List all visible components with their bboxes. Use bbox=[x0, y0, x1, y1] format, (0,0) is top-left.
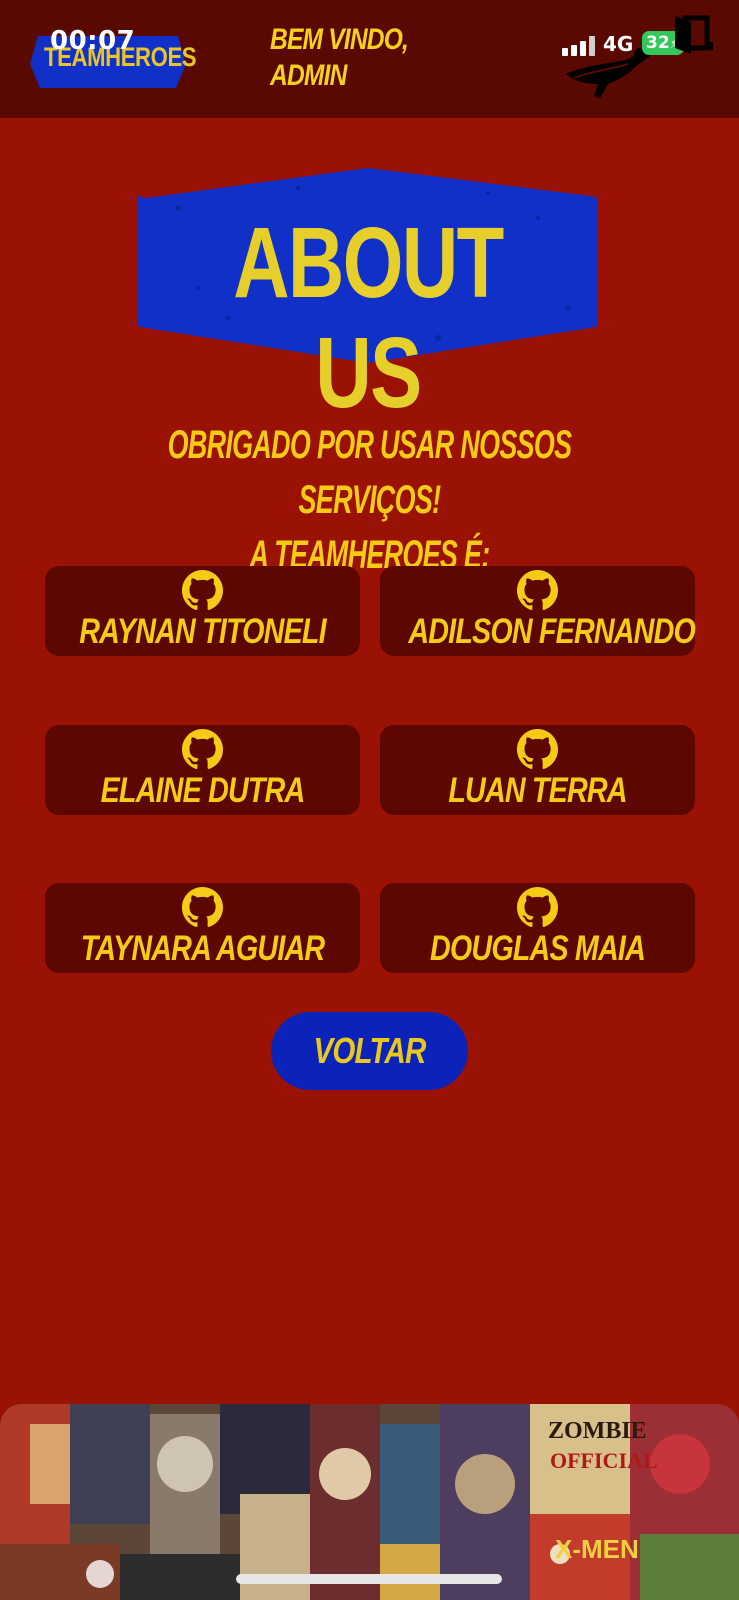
member-card[interactable]: DOUGLAS MAIA bbox=[380, 883, 695, 973]
member-card[interactable]: ELAINE DUTRA bbox=[45, 725, 360, 815]
member-name: TAYNARA AGUIAR bbox=[80, 929, 325, 968]
member-name: ADILSON FERNANDO bbox=[408, 612, 695, 651]
intro-thanks: OBRIGADO POR USAR NOSSOS SERVIÇOS! bbox=[167, 423, 572, 522]
logout-icon[interactable] bbox=[669, 14, 719, 62]
status-bar-indicators: 4G 32⚡ bbox=[549, 14, 729, 104]
member-name: RAYNAN TITONELI bbox=[79, 612, 326, 651]
member-name: ELAINE DUTRA bbox=[100, 771, 306, 810]
back-button[interactable]: VOLTAR bbox=[271, 1012, 468, 1090]
welcome-message: BEM VINDO, ADMIN bbox=[270, 22, 434, 94]
comic-collage-image: ZOMBIE OFFICIAL X-MEN bbox=[0, 1404, 739, 1600]
cellular-signal-icon bbox=[562, 36, 604, 56]
intro-text: OBRIGADO POR USAR NOSSOS SERVIÇOS! A TEA… bbox=[83, 418, 656, 583]
github-icon[interactable] bbox=[182, 887, 223, 928]
github-icon[interactable] bbox=[517, 729, 558, 770]
member-card[interactable]: LUAN TERRA bbox=[380, 725, 695, 815]
github-icon[interactable] bbox=[182, 570, 223, 611]
back-button-label: VOLTAR bbox=[313, 1030, 426, 1071]
about-us-title: ABOUT US bbox=[233, 207, 504, 429]
collage-text-xmen: X-MEN bbox=[555, 1534, 639, 1564]
welcome-user: ADMIN bbox=[270, 59, 347, 92]
battery-level: 32 bbox=[646, 33, 670, 53]
home-indicator[interactable] bbox=[236, 1574, 502, 1584]
member-card[interactable]: ADILSON FERNANDO bbox=[380, 566, 696, 656]
github-icon[interactable] bbox=[182, 729, 223, 770]
status-time: 00:07 bbox=[50, 26, 136, 56]
app-header: TEAMHEROES 00:07 BEM VINDO, ADMIN 4G 32⚡ bbox=[0, 0, 739, 118]
member-name: LUAN TERRA bbox=[448, 771, 627, 810]
github-icon[interactable] bbox=[517, 887, 558, 928]
member-card[interactable]: TAYNARA AGUIAR bbox=[45, 883, 360, 973]
member-name: DOUGLAS MAIA bbox=[430, 929, 646, 968]
collage-text-zombie: ZOMBIE bbox=[548, 1418, 647, 1444]
about-us-banner: ABOUT US bbox=[138, 168, 598, 428]
welcome-line-1: BEM VINDO, bbox=[270, 23, 409, 56]
collage-text-official: OFFICIAL bbox=[550, 1448, 658, 1473]
member-card[interactable]: RAYNAN TITONELI bbox=[45, 566, 360, 656]
github-icon[interactable] bbox=[517, 570, 558, 611]
network-type: 4G bbox=[603, 32, 634, 56]
